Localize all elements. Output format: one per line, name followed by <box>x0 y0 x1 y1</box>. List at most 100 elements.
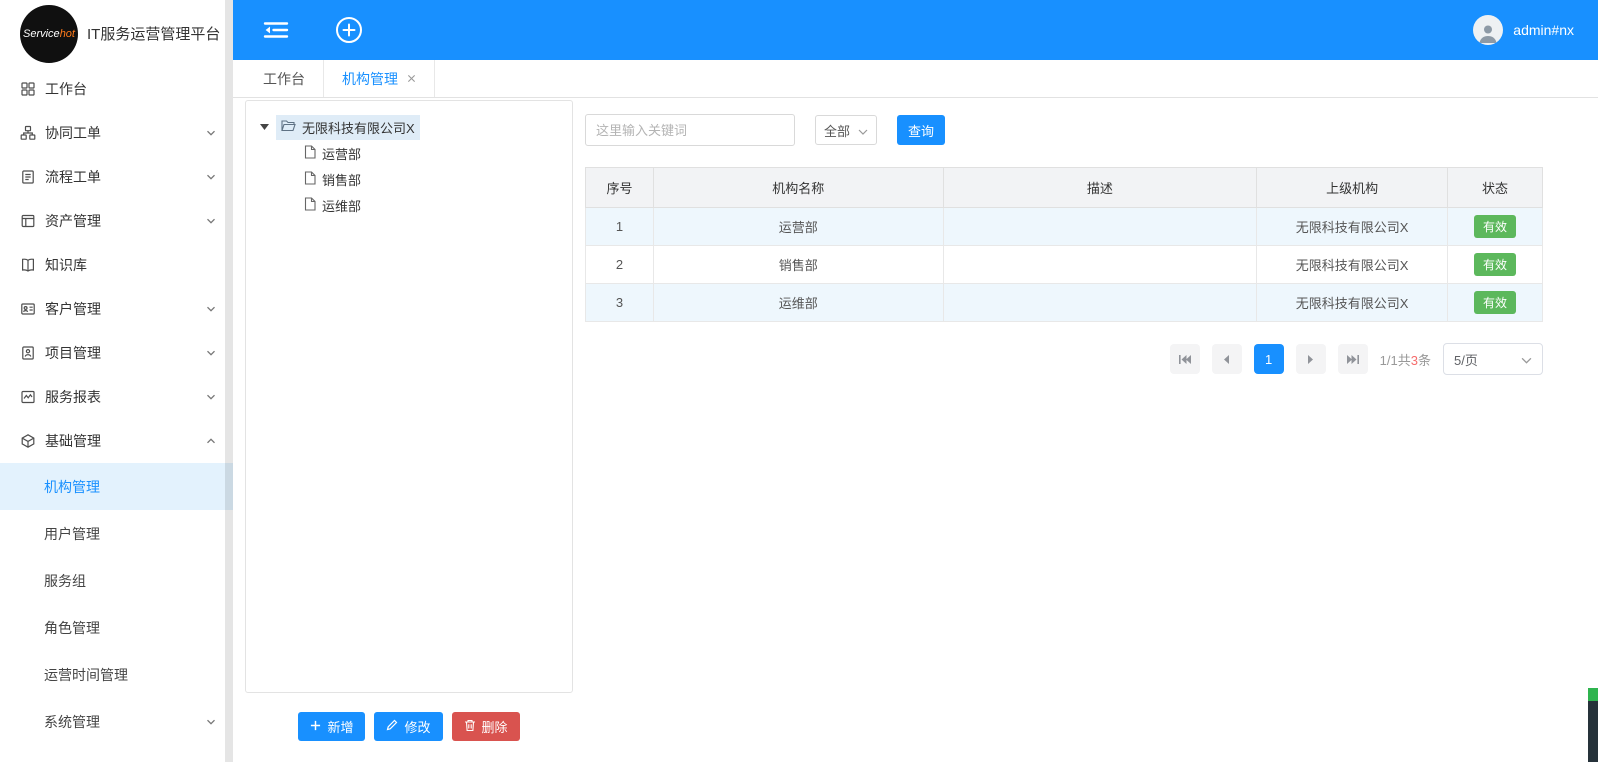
sidebar-subitem-label: 用户管理 <box>44 524 217 544</box>
sidebar-subitem-service-group[interactable]: 服务组 <box>0 557 233 604</box>
sidebar-item-process-tickets[interactable]: 流程工单 <box>0 155 233 199</box>
sidebar-item-customer-mgmt[interactable]: 客户管理 <box>0 287 233 331</box>
sidebar-subitem-role-mgmt[interactable]: 角色管理 <box>0 604 233 651</box>
tree-node-child[interactable]: 运维部 <box>256 192 562 218</box>
topbar: admin#nx <box>233 0 1598 60</box>
chevron-down-icon <box>205 347 217 359</box>
sidebar-subitem-org-mgmt[interactable]: 机构管理 <box>0 463 233 510</box>
page-size-select[interactable]: 5/页 <box>1443 343 1543 375</box>
table-row[interactable]: 1 运营部 无限科技有限公司X 有效 <box>586 208 1543 246</box>
pencil-icon <box>386 719 398 734</box>
sidebar-subitem-system-mgmt[interactable]: 系统管理 <box>0 698 233 745</box>
sidebar-subitem-optime-mgmt[interactable]: 运营时间管理 <box>0 651 233 698</box>
sidebar-item-project-mgmt[interactable]: 项目管理 <box>0 331 233 375</box>
org-table-column: 全部 查询 序号 机构名称 描述 上级机构 <box>585 100 1543 762</box>
query-button[interactable]: 查询 <box>897 115 945 145</box>
search-input[interactable] <box>585 114 795 146</box>
cell-name: 销售部 <box>653 246 943 284</box>
plus-circle-icon[interactable] <box>335 16 363 44</box>
scrollbar-thumb <box>1588 688 1598 701</box>
status-filter-value: 全部 <box>824 121 850 140</box>
sidebar-item-asset-mgmt[interactable]: 资产管理 <box>0 199 233 243</box>
cell-name: 运维部 <box>653 284 943 322</box>
sidebar: Servicehot IT服务运营管理平台 工作台 协同工单 流程工单 资产管理 <box>0 0 233 762</box>
tab-workbench[interactable]: 工作台 <box>245 60 324 97</box>
summary-suffix: 条 <box>1418 353 1431 368</box>
org-tree-column: 无限科技有限公司X 运营部 销售部 运维部 <box>245 100 573 762</box>
user-avatar-icon <box>1473 15 1503 45</box>
menu-fold-icon[interactable] <box>263 20 289 40</box>
delete-button[interactable]: 删除 <box>452 712 520 741</box>
tab-label: 工作台 <box>263 69 305 89</box>
cell-desc <box>943 284 1257 322</box>
tree-child-text: 运维部 <box>322 196 361 215</box>
col-header-no: 序号 <box>586 168 654 208</box>
caret-down-icon[interactable] <box>260 124 269 130</box>
chevron-down-icon <box>205 171 217 183</box>
col-header-name: 机构名称 <box>653 168 943 208</box>
prev-page-button[interactable] <box>1212 344 1242 374</box>
sidebar-item-base-mgmt[interactable]: 基础管理 <box>0 419 233 463</box>
org-table: 序号 机构名称 描述 上级机构 状态 1 运营部 无限科技有限公司X <box>585 167 1543 322</box>
tree-node-child[interactable]: 运营部 <box>256 140 562 166</box>
last-page-button[interactable] <box>1338 344 1368 374</box>
tree-node-root[interactable]: 无限科技有限公司X <box>256 114 562 140</box>
pagination-summary: 1/1共3条 <box>1380 350 1431 369</box>
pagination: 1 1/1共3条 5/页 <box>585 343 1543 375</box>
sidebar-item-collab-tickets[interactable]: 协同工单 <box>0 111 233 155</box>
trash-icon <box>464 719 476 735</box>
chevron-down-icon <box>205 215 217 227</box>
sidebar-scrollbar[interactable] <box>225 0 233 762</box>
sidebar-subitem-label: 运营时间管理 <box>44 665 217 685</box>
tree-child-text: 销售部 <box>322 170 361 189</box>
document-list-icon <box>20 169 36 185</box>
tree-node-child[interactable]: 销售部 <box>256 166 562 192</box>
id-card-icon <box>20 301 36 317</box>
cell-no: 1 <box>586 208 654 246</box>
first-page-button[interactable] <box>1170 344 1200 374</box>
grid-icon <box>20 81 36 97</box>
chevron-down-icon <box>205 303 217 315</box>
sidebar-menu: 工作台 协同工单 流程工单 资产管理 知识库 <box>0 67 233 745</box>
cell-desc <box>943 208 1257 246</box>
page-scrollbar[interactable] <box>1588 688 1598 762</box>
logo-text-service: Service <box>23 28 60 40</box>
sidebar-item-label: 资产管理 <box>45 211 205 231</box>
cell-status: 有效 <box>1448 246 1543 284</box>
chevron-down-icon <box>858 123 868 138</box>
add-button[interactable]: 新增 <box>298 712 365 741</box>
tab-org-mgmt[interactable]: 机构管理 <box>324 60 435 97</box>
tree-node-label[interactable]: 无限科技有限公司X <box>276 115 420 140</box>
logo-text-hot: hot <box>60 28 75 40</box>
chevron-down-icon <box>205 391 217 403</box>
sidebar-item-service-reports[interactable]: 服务报表 <box>0 375 233 419</box>
table-row[interactable]: 3 运维部 无限科技有限公司X 有效 <box>586 284 1543 322</box>
sidebar-item-workbench[interactable]: 工作台 <box>0 67 233 111</box>
app-root: Servicehot IT服务运营管理平台 工作台 协同工单 流程工单 资产管理 <box>0 0 1598 762</box>
edit-button[interactable]: 修改 <box>374 712 442 741</box>
org-tree-panel: 无限科技有限公司X 运营部 销售部 运维部 <box>245 100 573 693</box>
sidebar-subitem-user-mgmt[interactable]: 用户管理 <box>0 510 233 557</box>
close-icon[interactable] <box>407 74 416 83</box>
user-menu[interactable]: admin#nx <box>1473 15 1574 45</box>
chevron-up-icon <box>205 435 217 447</box>
main-area: admin#nx 工作台 机构管理 无限科技有限公司X <box>233 0 1598 762</box>
sidebar-item-knowledge-base[interactable]: 知识库 <box>0 243 233 287</box>
status-badge: 有效 <box>1474 253 1516 276</box>
folder-icon <box>281 119 296 135</box>
status-filter-select[interactable]: 全部 <box>815 115 877 145</box>
tree-child-text: 运营部 <box>322 144 361 163</box>
next-page-button[interactable] <box>1296 344 1326 374</box>
sidebar-subitem-label: 系统管理 <box>44 712 205 732</box>
chevron-down-icon <box>1521 352 1532 367</box>
cell-no: 3 <box>586 284 654 322</box>
app-title: IT服务运营管理平台 <box>87 23 220 44</box>
table-row[interactable]: 2 销售部 无限科技有限公司X 有效 <box>586 246 1543 284</box>
book-icon <box>20 257 36 273</box>
status-badge: 有效 <box>1474 215 1516 238</box>
cell-no: 2 <box>586 246 654 284</box>
brand-logo: Servicehot <box>20 5 78 63</box>
current-page-button[interactable]: 1 <box>1254 344 1284 374</box>
cube-icon <box>20 433 36 449</box>
ledger-icon <box>20 213 36 229</box>
